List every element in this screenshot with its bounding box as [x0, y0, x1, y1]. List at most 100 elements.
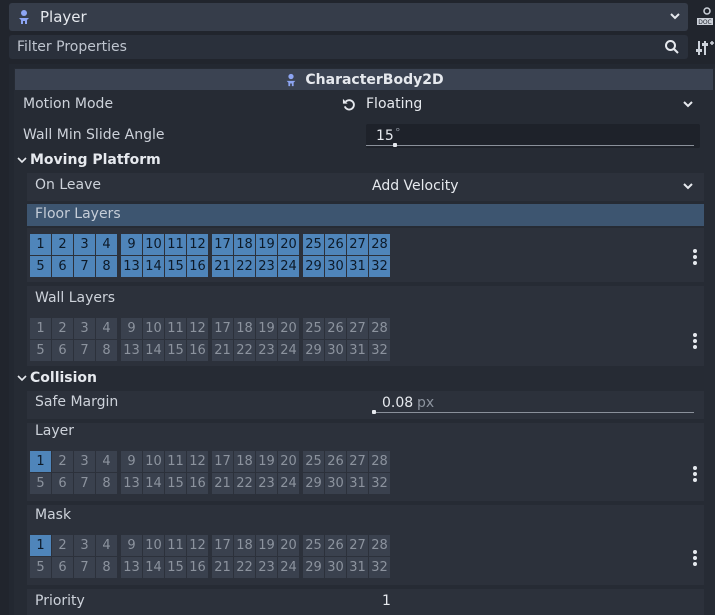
layer-bit-6[interactable]: 6: [52, 473, 73, 494]
layer-bit-14[interactable]: 14: [143, 557, 164, 578]
layer-bit-15[interactable]: 15: [165, 256, 186, 277]
layer-bit-30[interactable]: 30: [325, 473, 346, 494]
layer-bit-23[interactable]: 23: [256, 256, 277, 277]
layer-bit-10[interactable]: 10: [143, 234, 164, 255]
layer-bit-5[interactable]: 5: [30, 256, 51, 277]
layer-bit-9[interactable]: 9: [121, 234, 142, 255]
layer-bit-6[interactable]: 6: [52, 340, 73, 361]
layer-bit-32[interactable]: 32: [369, 473, 390, 494]
layer-bit-31[interactable]: 31: [347, 473, 368, 494]
layer-bit-7[interactable]: 7: [74, 557, 95, 578]
layer-bit-30[interactable]: 30: [325, 557, 346, 578]
layer-bit-2[interactable]: 2: [52, 535, 73, 556]
layer-bit-29[interactable]: 29: [303, 256, 324, 277]
layer-bit-30[interactable]: 30: [325, 256, 346, 277]
layer-bit-11[interactable]: 11: [165, 451, 186, 472]
layer-bit-18[interactable]: 18: [234, 451, 255, 472]
layer-bit-17[interactable]: 17: [212, 318, 233, 339]
layer-bit-32[interactable]: 32: [369, 340, 390, 361]
layer-bit-14[interactable]: 14: [143, 340, 164, 361]
layer-bit-28[interactable]: 28: [369, 318, 390, 339]
layer-bit-19[interactable]: 19: [256, 451, 277, 472]
layer-bit-31[interactable]: 31: [347, 557, 368, 578]
layer-bit-17[interactable]: 17: [212, 451, 233, 472]
layer-bit-5[interactable]: 5: [30, 473, 51, 494]
layer-bit-11[interactable]: 11: [165, 535, 186, 556]
layer-bit-29[interactable]: 29: [303, 340, 324, 361]
layer-bit-10[interactable]: 10: [143, 451, 164, 472]
slider-knob[interactable]: [372, 410, 376, 414]
layer-bit-30[interactable]: 30: [325, 340, 346, 361]
layer-bit-19[interactable]: 19: [256, 234, 277, 255]
layer-bit-8[interactable]: 8: [96, 340, 117, 361]
layer-bit-4[interactable]: 4: [96, 318, 117, 339]
layer-bit-7[interactable]: 7: [74, 340, 95, 361]
layer-bit-5[interactable]: 5: [30, 340, 51, 361]
layer-bit-6[interactable]: 6: [52, 256, 73, 277]
layer-bit-25[interactable]: 25: [303, 535, 324, 556]
layer-bit-28[interactable]: 28: [369, 451, 390, 472]
safe-margin-slider[interactable]: 0.08 px: [372, 392, 700, 416]
layer-bit-3[interactable]: 3: [74, 451, 95, 472]
layer-bit-27[interactable]: 27: [347, 535, 368, 556]
layer-bit-22[interactable]: 22: [234, 473, 255, 494]
layer-bit-2[interactable]: 2: [52, 318, 73, 339]
layer-bit-12[interactable]: 12: [187, 318, 208, 339]
layer-bit-2[interactable]: 2: [52, 451, 73, 472]
layer-bit-12[interactable]: 12: [187, 234, 208, 255]
layer-bit-21[interactable]: 21: [212, 473, 233, 494]
layer-bit-25[interactable]: 25: [303, 318, 324, 339]
layer-bit-14[interactable]: 14: [143, 256, 164, 277]
revert-icon[interactable]: [342, 97, 357, 116]
layer-bit-28[interactable]: 28: [369, 535, 390, 556]
layer-bit-8[interactable]: 8: [96, 557, 117, 578]
layer-bit-25[interactable]: 25: [303, 234, 324, 255]
layer-bit-15[interactable]: 15: [165, 557, 186, 578]
layer-bit-10[interactable]: 10: [143, 535, 164, 556]
layer-bit-7[interactable]: 7: [74, 473, 95, 494]
layer-bit-32[interactable]: 32: [369, 256, 390, 277]
layer-bit-7[interactable]: 7: [74, 256, 95, 277]
layer-bit-23[interactable]: 23: [256, 340, 277, 361]
node-selector[interactable]: Player: [9, 3, 688, 31]
more-options-icon[interactable]: [691, 332, 699, 350]
layer-bit-17[interactable]: 17: [212, 234, 233, 255]
slider-knob[interactable]: [393, 143, 397, 147]
layer-bit-26[interactable]: 26: [325, 318, 346, 339]
more-options-icon[interactable]: [691, 549, 699, 567]
layer-bit-13[interactable]: 13: [121, 340, 142, 361]
layer-bit-21[interactable]: 21: [212, 557, 233, 578]
layer-bit-13[interactable]: 13: [121, 557, 142, 578]
layer-bit-1[interactable]: 1: [30, 318, 51, 339]
more-options-icon[interactable]: [691, 465, 699, 483]
layer-bit-22[interactable]: 22: [234, 256, 255, 277]
layer-bit-32[interactable]: 32: [369, 557, 390, 578]
layer-bit-18[interactable]: 18: [234, 535, 255, 556]
motion-mode-dropdown[interactable]: Floating: [362, 92, 704, 118]
layer-bit-6[interactable]: 6: [52, 557, 73, 578]
layer-bit-12[interactable]: 12: [187, 451, 208, 472]
layer-bit-10[interactable]: 10: [143, 318, 164, 339]
layer-bit-26[interactable]: 26: [325, 451, 346, 472]
layer-bit-16[interactable]: 16: [187, 557, 208, 578]
layer-bit-4[interactable]: 4: [96, 234, 117, 255]
layer-bit-8[interactable]: 8: [96, 256, 117, 277]
layer-bit-24[interactable]: 24: [278, 256, 299, 277]
layer-bit-11[interactable]: 11: [165, 234, 186, 255]
layer-bit-22[interactable]: 22: [234, 340, 255, 361]
priority-spinbox[interactable]: 1: [366, 589, 700, 615]
layer-bit-1[interactable]: 1: [30, 234, 51, 255]
layer-bit-20[interactable]: 20: [278, 535, 299, 556]
layer-bit-9[interactable]: 9: [121, 318, 142, 339]
layer-bit-20[interactable]: 20: [278, 234, 299, 255]
layer-bit-4[interactable]: 4: [96, 451, 117, 472]
layer-bit-24[interactable]: 24: [278, 340, 299, 361]
layer-bit-8[interactable]: 8: [96, 473, 117, 494]
layer-bit-21[interactable]: 21: [212, 340, 233, 361]
wall-min-slide-angle-slider[interactable]: 15 °: [366, 124, 700, 148]
layer-bit-27[interactable]: 27: [347, 234, 368, 255]
layer-bit-20[interactable]: 20: [278, 318, 299, 339]
layer-bit-25[interactable]: 25: [303, 451, 324, 472]
layer-bit-29[interactable]: 29: [303, 557, 324, 578]
layer-bit-31[interactable]: 31: [347, 256, 368, 277]
